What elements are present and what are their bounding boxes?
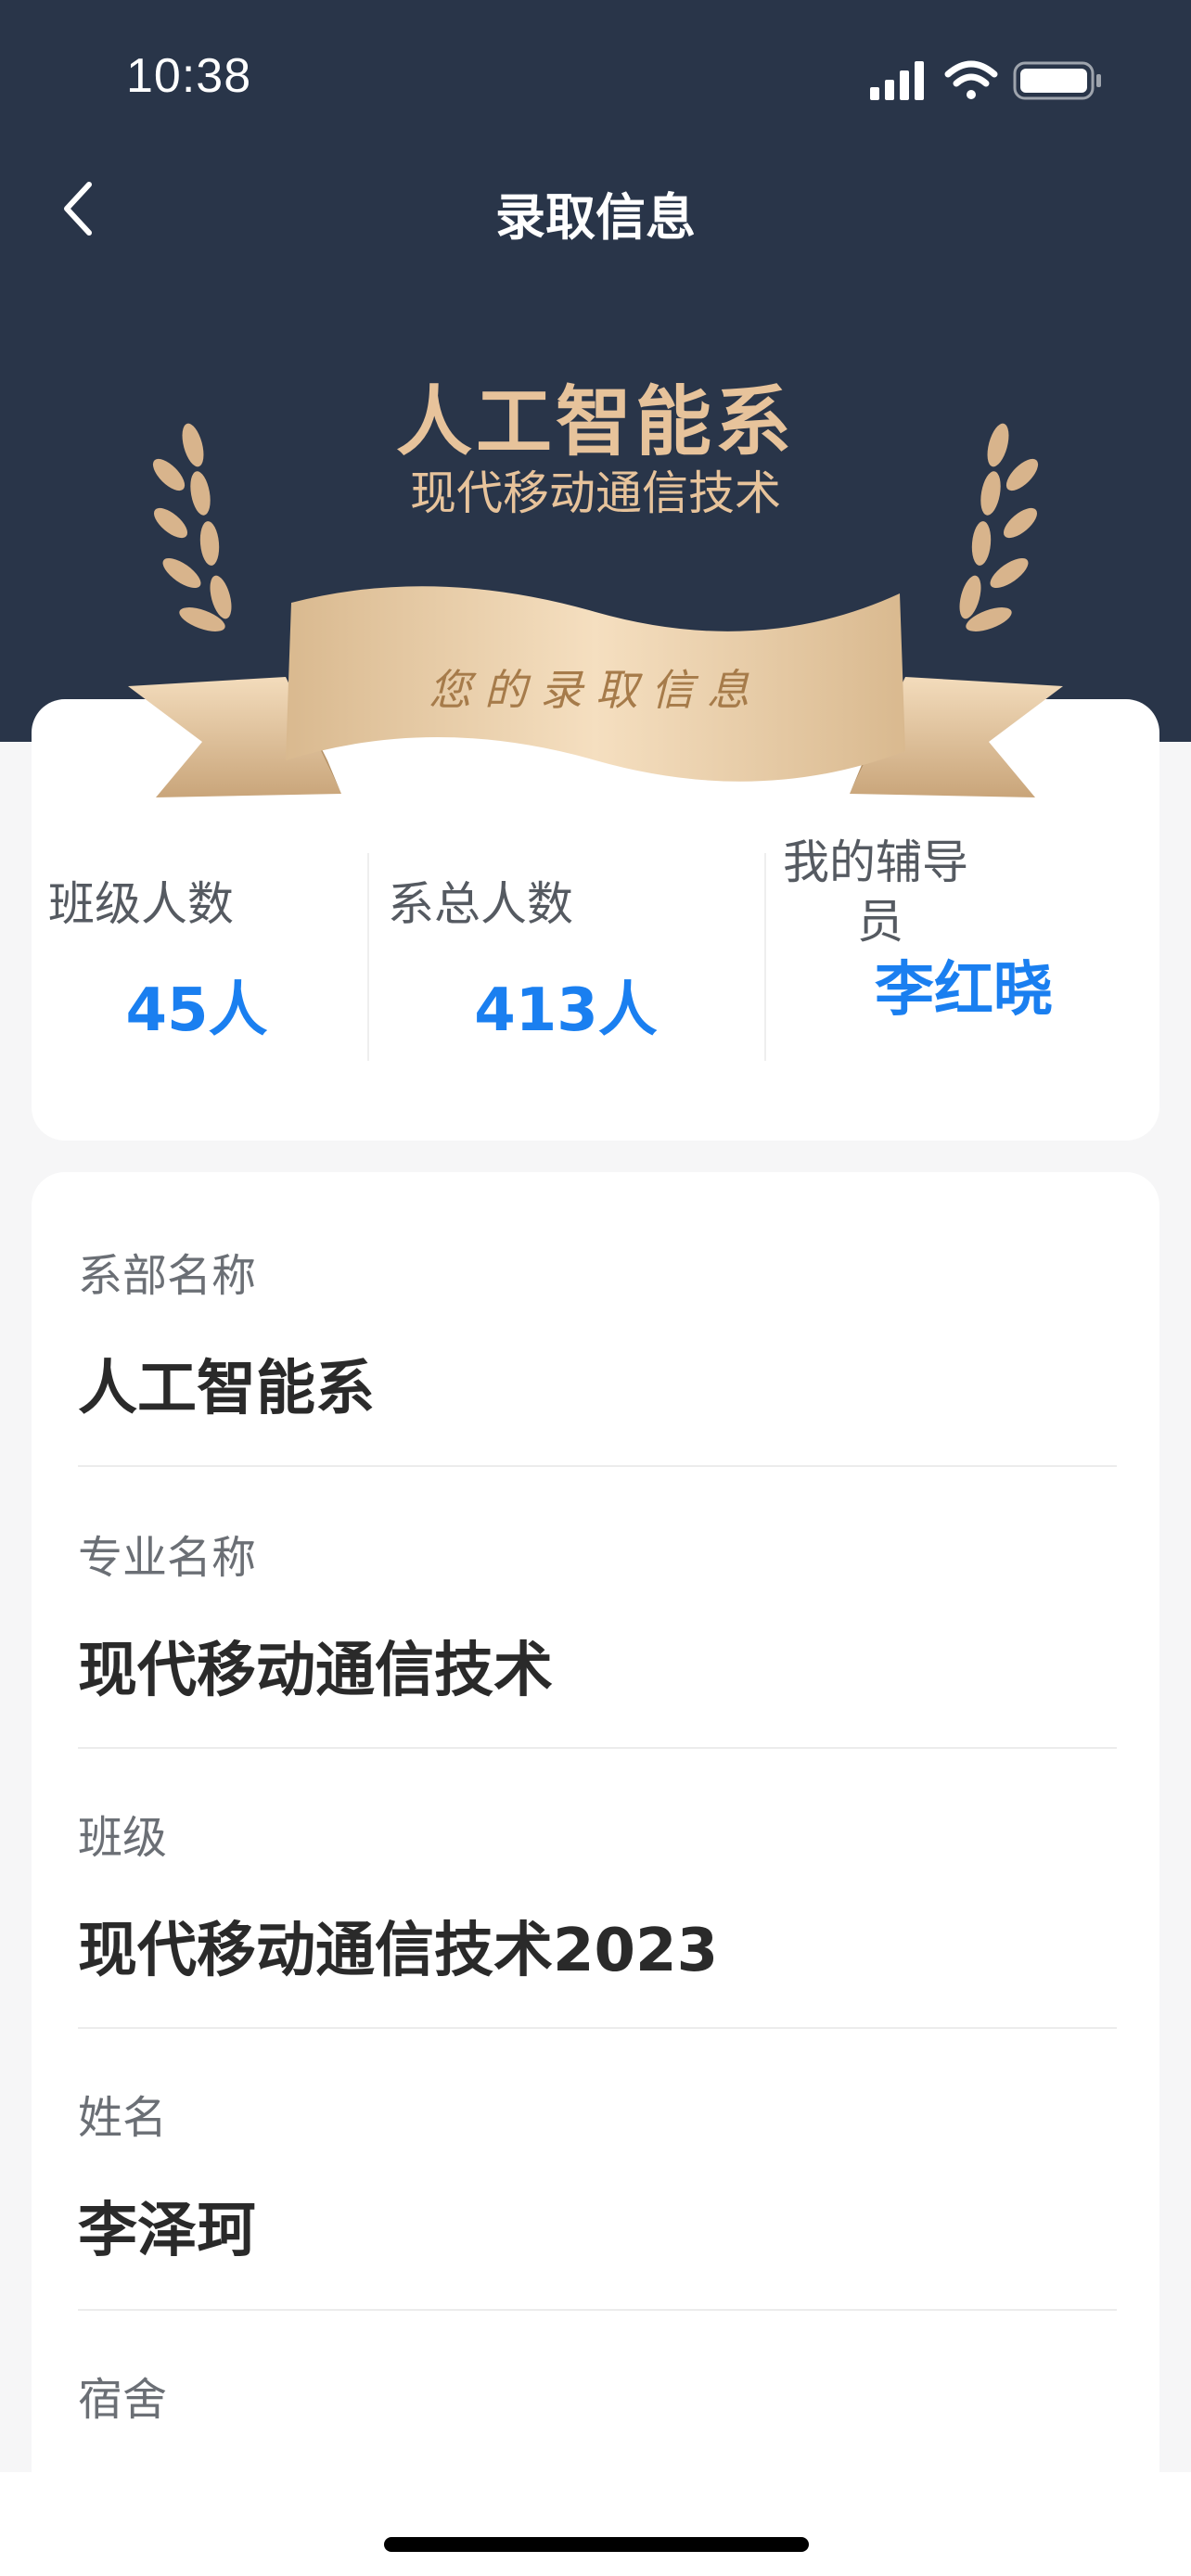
stat-divider-2 <box>764 853 766 1061</box>
info-value-class: 现代移动通信技术2023 <box>78 1917 719 1985</box>
stat-counselor[interactable]: 我的辅导 员 李红晓 <box>783 829 1145 1027</box>
stat-value-counselor: 李红晓 <box>875 956 1053 1025</box>
row-divider <box>78 1747 1117 1749</box>
info-label-major: 专业名称 <box>78 1532 257 1584</box>
info-row-major: 专业名称 现代移动通信技术 <box>78 1521 1117 1708</box>
info-row-class: 班级 现代移动通信技术2023 <box>78 1801 1117 1988</box>
stat-value-dept-count: 413人 <box>474 976 658 1045</box>
info-label-dorm: 宿舍 <box>78 2374 168 2426</box>
stat-dept-count: 系总人数 413人 <box>388 872 744 1048</box>
stat-class-count: 班级人数 45人 <box>48 872 345 1048</box>
info-label-name: 姓名 <box>78 2092 168 2144</box>
row-divider <box>78 2027 1117 2029</box>
info-row-dorm: 宿舍 <box>78 2363 1117 2465</box>
row-divider <box>78 2309 1117 2311</box>
info-row-name: 姓名 李泽珂 <box>78 2081 1117 2268</box>
bottom-bar <box>0 2472 1191 2576</box>
status-icons <box>866 57 1117 104</box>
row-divider <box>78 1465 1117 1467</box>
nav-bar: 录取信息 <box>0 158 1191 260</box>
info-value-department: 人工智能系 <box>78 1355 375 1423</box>
info-label-class: 班级 <box>78 1812 168 1864</box>
battery-icon <box>1013 61 1101 100</box>
ribbon-text: 您的录取信息 <box>429 665 762 715</box>
stat-label-class-count: 班级人数 <box>48 877 234 931</box>
home-indicator[interactable] <box>384 2537 809 2552</box>
page-title: 录取信息 <box>495 188 696 247</box>
stat-label-counselor-wrap: 员 <box>857 895 903 949</box>
stat-label-dept-count: 系总人数 <box>388 877 573 931</box>
info-value-major: 现代移动通信技术 <box>78 1637 553 1705</box>
info-label-department: 系部名称 <box>78 1250 257 1302</box>
stat-value-class-count: 45人 <box>125 976 268 1045</box>
info-row-department: 系部名称 人工智能系 <box>78 1239 1117 1426</box>
status-time: 10:38 <box>126 49 252 103</box>
status-bar: 10:38 <box>0 0 1191 148</box>
stat-divider-1 <box>367 853 369 1061</box>
stat-label-counselor: 我的辅导 <box>783 835 968 889</box>
ribbon-banner: 您的录取信息 <box>128 586 1063 797</box>
signal-icon <box>870 61 924 100</box>
wifi-icon <box>944 60 998 99</box>
info-value-name: 李泽珂 <box>78 2197 256 2265</box>
